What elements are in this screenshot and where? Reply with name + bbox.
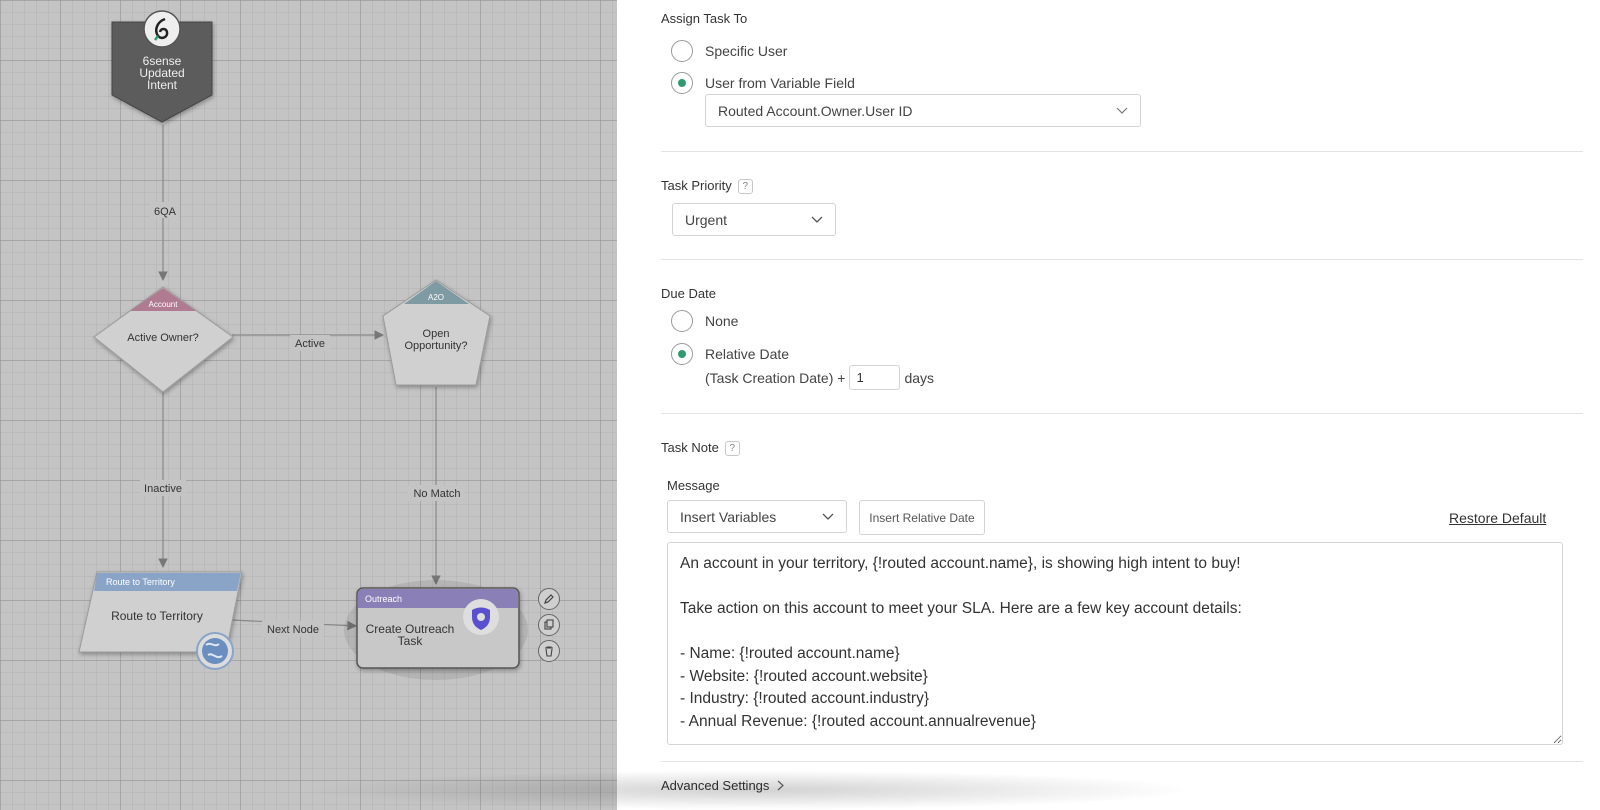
divider <box>661 259 1583 260</box>
copy-icon <box>544 619 554 630</box>
duplicate-node-button[interactable] <box>538 614 560 636</box>
due-none-radio[interactable] <box>671 310 693 332</box>
flow-diagram: 6QA Active Inactive No Match Next Node 6… <box>78 10 528 680</box>
edge-label-next-node: Next Node <box>267 624 319 636</box>
due-relative-option[interactable]: Relative Date <box>671 343 789 365</box>
divider <box>661 761 1583 762</box>
due-date-title: Due Date <box>661 286 716 301</box>
task-settings-panel: Assign Task To Specific User User from V… <box>617 0 1600 810</box>
advanced-settings-toggle[interactable]: Advanced Settings <box>661 778 785 793</box>
chevron-down-icon <box>1116 107 1128 114</box>
a2o-tag-label: A2O <box>428 293 444 302</box>
delete-node-button[interactable] <box>538 640 560 662</box>
task-note-title: Task Note? <box>661 440 740 457</box>
message-label: Message <box>667 478 720 493</box>
specific-user-label: Specific User <box>705 43 788 59</box>
task-priority-title: Task Priority? <box>661 178 753 195</box>
task-priority-select[interactable]: Urgent <box>672 203 836 236</box>
insert-relative-date-button[interactable]: Insert Relative Date <box>859 500 985 535</box>
insert-variables-select[interactable]: Insert Variables <box>667 500 847 533</box>
divider <box>661 151 1583 152</box>
help-icon[interactable]: ? <box>724 441 740 457</box>
task-priority-label: Task Priority <box>661 178 732 193</box>
outreach-tag-label: Outreach <box>365 594 402 604</box>
chevron-right-icon <box>778 780 785 791</box>
due-none-option[interactable]: None <box>671 310 738 332</box>
variable-field-label: User from Variable Field <box>705 75 855 91</box>
open-opp-label-line1: Open <box>423 328 450 340</box>
variable-field-option[interactable]: User from Variable Field <box>671 72 855 94</box>
relative-date-prefix: (Task Creation Date) + <box>705 369 846 386</box>
chevron-down-icon <box>822 513 834 520</box>
active-owner-label: Active Owner? <box>127 332 199 344</box>
edge-label-no-match: No Match <box>413 488 460 500</box>
relative-date-suffix: days <box>904 369 935 386</box>
route-label: Route to Territory <box>111 609 203 623</box>
variable-field-radio[interactable] <box>671 72 693 94</box>
task-note-label: Task Note <box>661 440 719 455</box>
open-opp-label-line2: Opportunity? <box>405 340 468 352</box>
globe-icon <box>202 638 228 664</box>
task-priority-value: Urgent <box>685 211 728 228</box>
specific-user-option[interactable]: Specific User <box>671 40 787 62</box>
insert-variables-label: Insert Variables <box>680 508 777 525</box>
assign-task-title: Assign Task To <box>661 11 748 26</box>
variable-field-select[interactable]: Routed Account.Owner.User ID <box>705 94 1141 127</box>
relative-date-row: (Task Creation Date) + days <box>705 365 934 390</box>
days-input[interactable] <box>849 365 901 390</box>
due-relative-label: Relative Date <box>705 346 790 362</box>
due-none-label: None <box>705 313 739 329</box>
divider <box>661 413 1583 414</box>
pencil-icon <box>544 594 554 604</box>
edge-label-active: Active <box>295 338 325 350</box>
trash-icon <box>545 646 553 657</box>
task-note-message-textarea[interactable]: An account in your territory, {!routed a… <box>667 542 1563 745</box>
variable-field-value: Routed Account.Owner.User ID <box>718 102 913 119</box>
due-relative-radio[interactable] <box>671 343 693 365</box>
trigger-label-line3: Intent <box>147 78 178 92</box>
edge-label-6qa: 6QA <box>154 206 177 218</box>
edge-label-inactive: Inactive <box>144 483 182 495</box>
advanced-settings-label: Advanced Settings <box>661 778 770 793</box>
restore-default-link[interactable]: Restore Default <box>1449 510 1546 526</box>
specific-user-radio[interactable] <box>671 40 693 62</box>
account-tag-label: Account <box>149 300 179 309</box>
edit-node-button[interactable] <box>538 588 560 610</box>
flow-canvas[interactable]: 6QA Active Inactive No Match Next Node 6… <box>0 0 617 810</box>
help-icon[interactable]: ? <box>737 179 753 195</box>
chevron-down-icon <box>811 216 823 223</box>
route-tag-label: Route to Territory <box>106 577 175 587</box>
outreach-label-line2: Task <box>398 634 424 648</box>
